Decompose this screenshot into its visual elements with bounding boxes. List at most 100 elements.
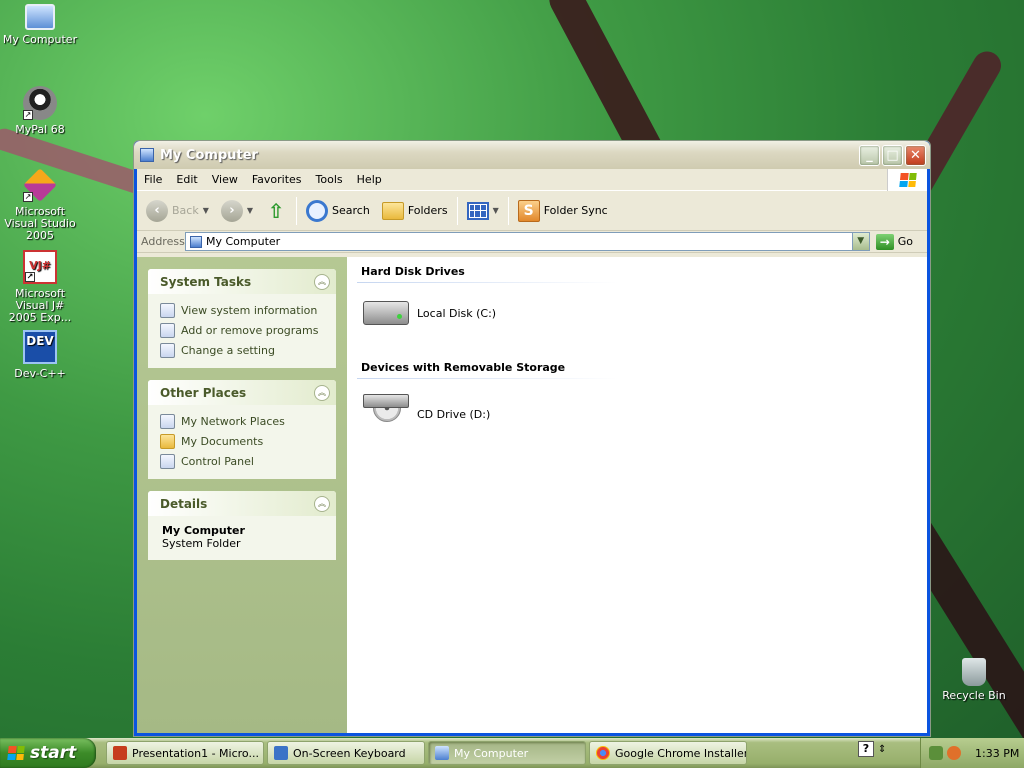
task-change-setting[interactable]: Change a setting — [160, 340, 324, 360]
taskbar-button-presentation[interactable]: Presentation1 - Micro... — [106, 741, 264, 765]
menu-favorites[interactable]: Favorites — [245, 173, 309, 186]
search-tray-icon[interactable] — [947, 746, 961, 760]
folder-up-icon: ⇧ — [267, 198, 285, 223]
my-computer-icon — [190, 235, 202, 248]
chevron-icon[interactable]: ⇕ — [878, 744, 886, 755]
taskbar-button-my-computer[interactable]: My Computer — [428, 741, 586, 765]
go-button[interactable]: → Go — [875, 233, 923, 250]
taskbar-button-label: Google Chrome Installer — [615, 746, 747, 760]
folder-sync-button[interactable]: S Folder Sync — [515, 198, 611, 224]
network-places-icon — [160, 413, 175, 429]
dropdown-caret-icon[interactable]: ▼ — [203, 206, 209, 215]
folders-button[interactable]: Folders — [379, 200, 451, 222]
desktop-icon-my-computer[interactable]: My Computer — [0, 4, 80, 46]
network-icon[interactable] — [929, 746, 943, 760]
group-title-hard-disk-drives: Hard Disk Drives — [357, 263, 617, 283]
back-button[interactable]: ‹ Back ▼ — [143, 198, 212, 224]
search-label: Search — [332, 204, 370, 217]
taskbar-button-on-screen-keyboard[interactable]: On-Screen Keyboard — [267, 741, 425, 765]
place-label: Control Panel — [181, 454, 254, 468]
task-view-system-information[interactable]: View system information — [160, 300, 324, 320]
desktop-icon-label: Dev-C++ — [14, 367, 66, 380]
place-label: My Documents — [181, 434, 264, 448]
place-label: My Network Places — [181, 414, 285, 428]
system-info-icon — [160, 302, 175, 318]
toolbar-separator — [507, 196, 509, 225]
explorer-window: My Computer _ □ ✕ File Edit View Favorit… — [133, 140, 931, 737]
dropdown-caret-icon[interactable]: ▼ — [247, 206, 253, 215]
other-places-title: Other Places — [160, 385, 247, 400]
desktop-icon-label: Recycle Bin — [942, 689, 1006, 702]
drive-cd-d[interactable]: CD Drive (D:) — [357, 379, 917, 449]
go-arrow-icon: → — [875, 233, 894, 250]
collapse-chevron-icon[interactable]: ︽ — [314, 495, 330, 512]
close-button[interactable]: ✕ — [905, 145, 926, 166]
control-panel-icon — [160, 342, 175, 358]
collapse-chevron-icon[interactable]: ︽ — [314, 384, 330, 401]
views-button[interactable]: ▼ — [464, 200, 502, 222]
my-computer-icon — [25, 4, 55, 30]
collapse-chevron-icon[interactable]: ︽ — [314, 273, 330, 290]
minimize-button[interactable]: _ — [859, 145, 880, 166]
window-titlebar[interactable]: My Computer _ □ ✕ — [134, 141, 930, 169]
address-dropdown-button[interactable]: ▼ — [851, 233, 869, 250]
taskbar-button-label: On-Screen Keyboard — [293, 746, 406, 760]
desktop-icon-label: Microsoft Visual Studio 2005 — [4, 205, 76, 242]
drive-local-disk-c[interactable]: Local Disk (C:) — [357, 283, 917, 343]
desktop-icon-visual-studio[interactable]: ↗ Microsoft Visual Studio 2005 — [0, 168, 80, 242]
windows-logo-icon — [887, 169, 927, 191]
window-content: System Tasks ︽ View system information A… — [137, 257, 927, 733]
toolbar-separator — [456, 196, 458, 225]
drive-label: Local Disk (C:) — [417, 306, 497, 320]
desktop-icon-label: My Computer — [2, 33, 78, 46]
place-control-panel[interactable]: Control Panel — [160, 451, 324, 471]
folders-label: Folders — [407, 204, 448, 217]
address-field[interactable]: My Computer ▼ — [185, 232, 870, 251]
details-type: System Folder — [162, 537, 241, 550]
taskbar-button-chrome-installer[interactable]: Google Chrome Installer — [589, 741, 747, 765]
maximize-button[interactable]: □ — [882, 145, 903, 166]
details-panel: Details ︽ My Computer System Folder — [148, 491, 336, 560]
my-computer-icon — [140, 148, 154, 162]
system-tasks-panel: System Tasks ︽ View system information A… — [148, 269, 336, 368]
menu-view[interactable]: View — [205, 173, 245, 186]
group-title-removable-storage: Devices with Removable Storage — [357, 359, 617, 379]
visual-studio-icon: ↗ — [23, 168, 57, 202]
desktop-icon-dev-cpp[interactable]: DEV Dev-C++ — [0, 330, 80, 380]
folders-icon — [381, 201, 404, 220]
back-label: Back — [172, 204, 199, 217]
taskbar-button-label: Presentation1 - Micro... — [132, 746, 259, 760]
start-button[interactable]: start — [0, 738, 96, 768]
system-tray: 1:33 PM — [920, 738, 1024, 768]
desktop-icon-label: Microsoft Visual J# 2005 Exp... — [8, 287, 72, 324]
place-my-documents[interactable]: My Documents — [160, 431, 324, 451]
hard-disk-icon — [363, 301, 409, 325]
menu-help[interactable]: Help — [350, 173, 389, 186]
task-pane: System Tasks ︽ View system information A… — [137, 257, 347, 733]
menu-edit[interactable]: Edit — [169, 173, 204, 186]
desktop-icon-mypal[interactable]: ↗ MyPal 68 — [0, 86, 80, 136]
menu-tools[interactable]: Tools — [309, 173, 350, 186]
tray-extras: ? ⇕ — [858, 741, 886, 757]
search-button[interactable]: Search — [303, 198, 373, 224]
folder-sync-icon: S — [517, 199, 540, 222]
details-header[interactable]: Details ︽ — [148, 491, 336, 516]
recycle-bin-icon — [962, 658, 986, 686]
shortcut-arrow-icon: ↗ — [25, 272, 35, 282]
up-button[interactable]: ⇧ — [262, 198, 290, 224]
forward-button[interactable]: › ▼ — [218, 198, 256, 224]
desktop-icon-recycle-bin[interactable]: Recycle Bin — [934, 658, 1014, 702]
add-remove-programs-icon — [160, 322, 175, 338]
menu-file[interactable]: File — [137, 173, 169, 186]
desktop-icon-visual-j[interactable]: VJ# ↗ Microsoft Visual J# 2005 Exp... — [0, 250, 80, 324]
task-add-remove-programs[interactable]: Add or remove programs — [160, 320, 324, 340]
address-value: My Computer — [206, 235, 281, 248]
system-tasks-header[interactable]: System Tasks ︽ — [148, 269, 336, 294]
other-places-header[interactable]: Other Places ︽ — [148, 380, 336, 405]
help-icon[interactable]: ? — [858, 741, 874, 757]
place-my-network-places[interactable]: My Network Places — [160, 411, 324, 431]
clock[interactable]: 1:33 PM — [975, 747, 1019, 760]
task-label: Change a setting — [181, 343, 275, 357]
task-label: Add or remove programs — [181, 323, 319, 337]
mypal-icon: ↗ — [23, 86, 57, 120]
